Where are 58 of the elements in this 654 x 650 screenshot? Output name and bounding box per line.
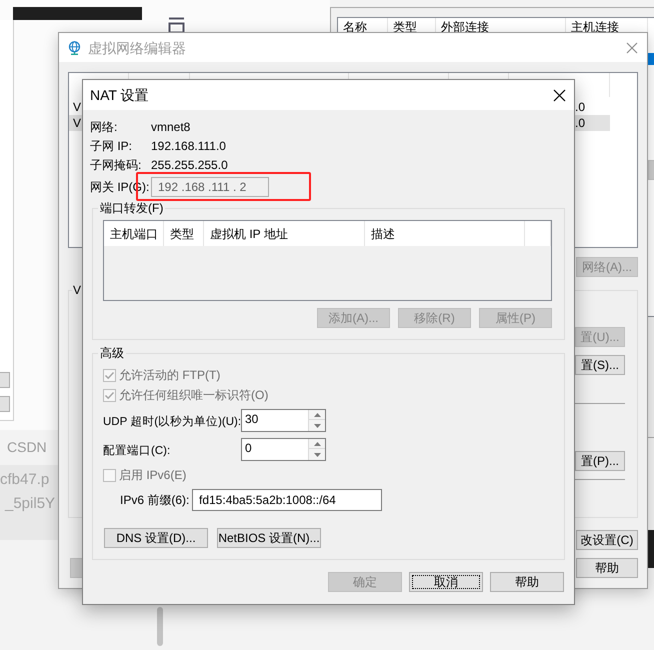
field-label: UDP 超时(以秒为单位)(U): (103, 416, 242, 428)
spin-up-button[interactable] (309, 410, 325, 420)
button[interactable] (0, 396, 10, 412)
caret-up-icon (314, 442, 320, 446)
page-text: CSDN (7, 438, 47, 456)
dns-settings-button[interactable]: DNS 设置(D)... (104, 528, 208, 548)
list-cell: .0 (575, 100, 586, 114)
button[interactable] (70, 558, 82, 578)
button[interactable] (648, 160, 654, 180)
column-header[interactable]: 虚拟机 IP 地址 (210, 226, 288, 240)
netbios-settings-button[interactable]: NetBIOS 设置(N)... (217, 528, 321, 548)
field-label: 网络: (90, 120, 118, 134)
spin-down-button[interactable] (309, 449, 325, 460)
text-field[interactable]: fd15:4ba5:5a2b:1008::/64 (192, 489, 382, 511)
help-button[interactable]: 帮助 (490, 572, 564, 592)
globe-icon (68, 40, 81, 54)
caret-down-icon (314, 452, 320, 456)
field-label: 子网 IP: (90, 138, 132, 152)
column-header[interactable]: 描述 (371, 226, 395, 240)
page-text: _5pil5Y (5, 494, 56, 514)
list-cell: V (73, 100, 82, 114)
window-title: NAT 设置 (90, 87, 149, 103)
spin-box[interactable]: 30 (241, 409, 326, 432)
field-label: 配置端口(C): (103, 444, 170, 456)
field-value: vmnet8 (151, 120, 190, 134)
group-label: 高级 (99, 345, 125, 361)
field-label: IPv6 前缀(6): (120, 493, 190, 507)
page-text: cfb47.p (0, 470, 50, 490)
spin-down-button[interactable] (309, 420, 325, 431)
column-header[interactable]: 类型 (170, 226, 194, 240)
scrollbar[interactable] (157, 607, 163, 646)
column-header[interactable]: 主机端口 (110, 226, 158, 240)
field-label: 子网掩码: (90, 158, 142, 172)
settings-button[interactable]: 置(P)... (575, 451, 625, 471)
caret-down-icon (314, 424, 320, 428)
list-cell: .0 (575, 116, 586, 130)
field-value: 192.168.111.0 (151, 138, 226, 152)
caret-up-icon (314, 412, 320, 416)
change-settings-button[interactable]: 改设置(C) (576, 530, 638, 550)
window-icon[interactable] (168, 17, 185, 33)
close-icon[interactable] (553, 88, 566, 102)
help-button[interactable]: 帮助 (576, 558, 638, 578)
field-value: 255.255.255.0 (151, 158, 228, 172)
column-header[interactable]: 类型 (393, 20, 417, 34)
list-cell: V (73, 116, 82, 130)
group-label: V (72, 282, 82, 298)
group-label: 端口转发(F) (99, 200, 164, 216)
checkbox-label: 允许任何组织唯一标识符(O) (119, 388, 268, 402)
checkbox-label: 启用 IPv6(E) (119, 468, 186, 482)
spin-up-button[interactable] (309, 439, 325, 449)
checkbox-label: 允许活动的 FTP(T) (119, 368, 220, 382)
spin-box[interactable]: 0 (241, 438, 326, 461)
cancel-button[interactable]: 取消 (409, 572, 483, 592)
selected-row[interactable] (648, 53, 654, 65)
column-header[interactable]: 名称 (343, 20, 367, 34)
settings-button[interactable]: 置(S)... (575, 355, 625, 375)
window-title: 虚拟网络编辑器 (88, 40, 186, 56)
button[interactable] (0, 372, 10, 388)
